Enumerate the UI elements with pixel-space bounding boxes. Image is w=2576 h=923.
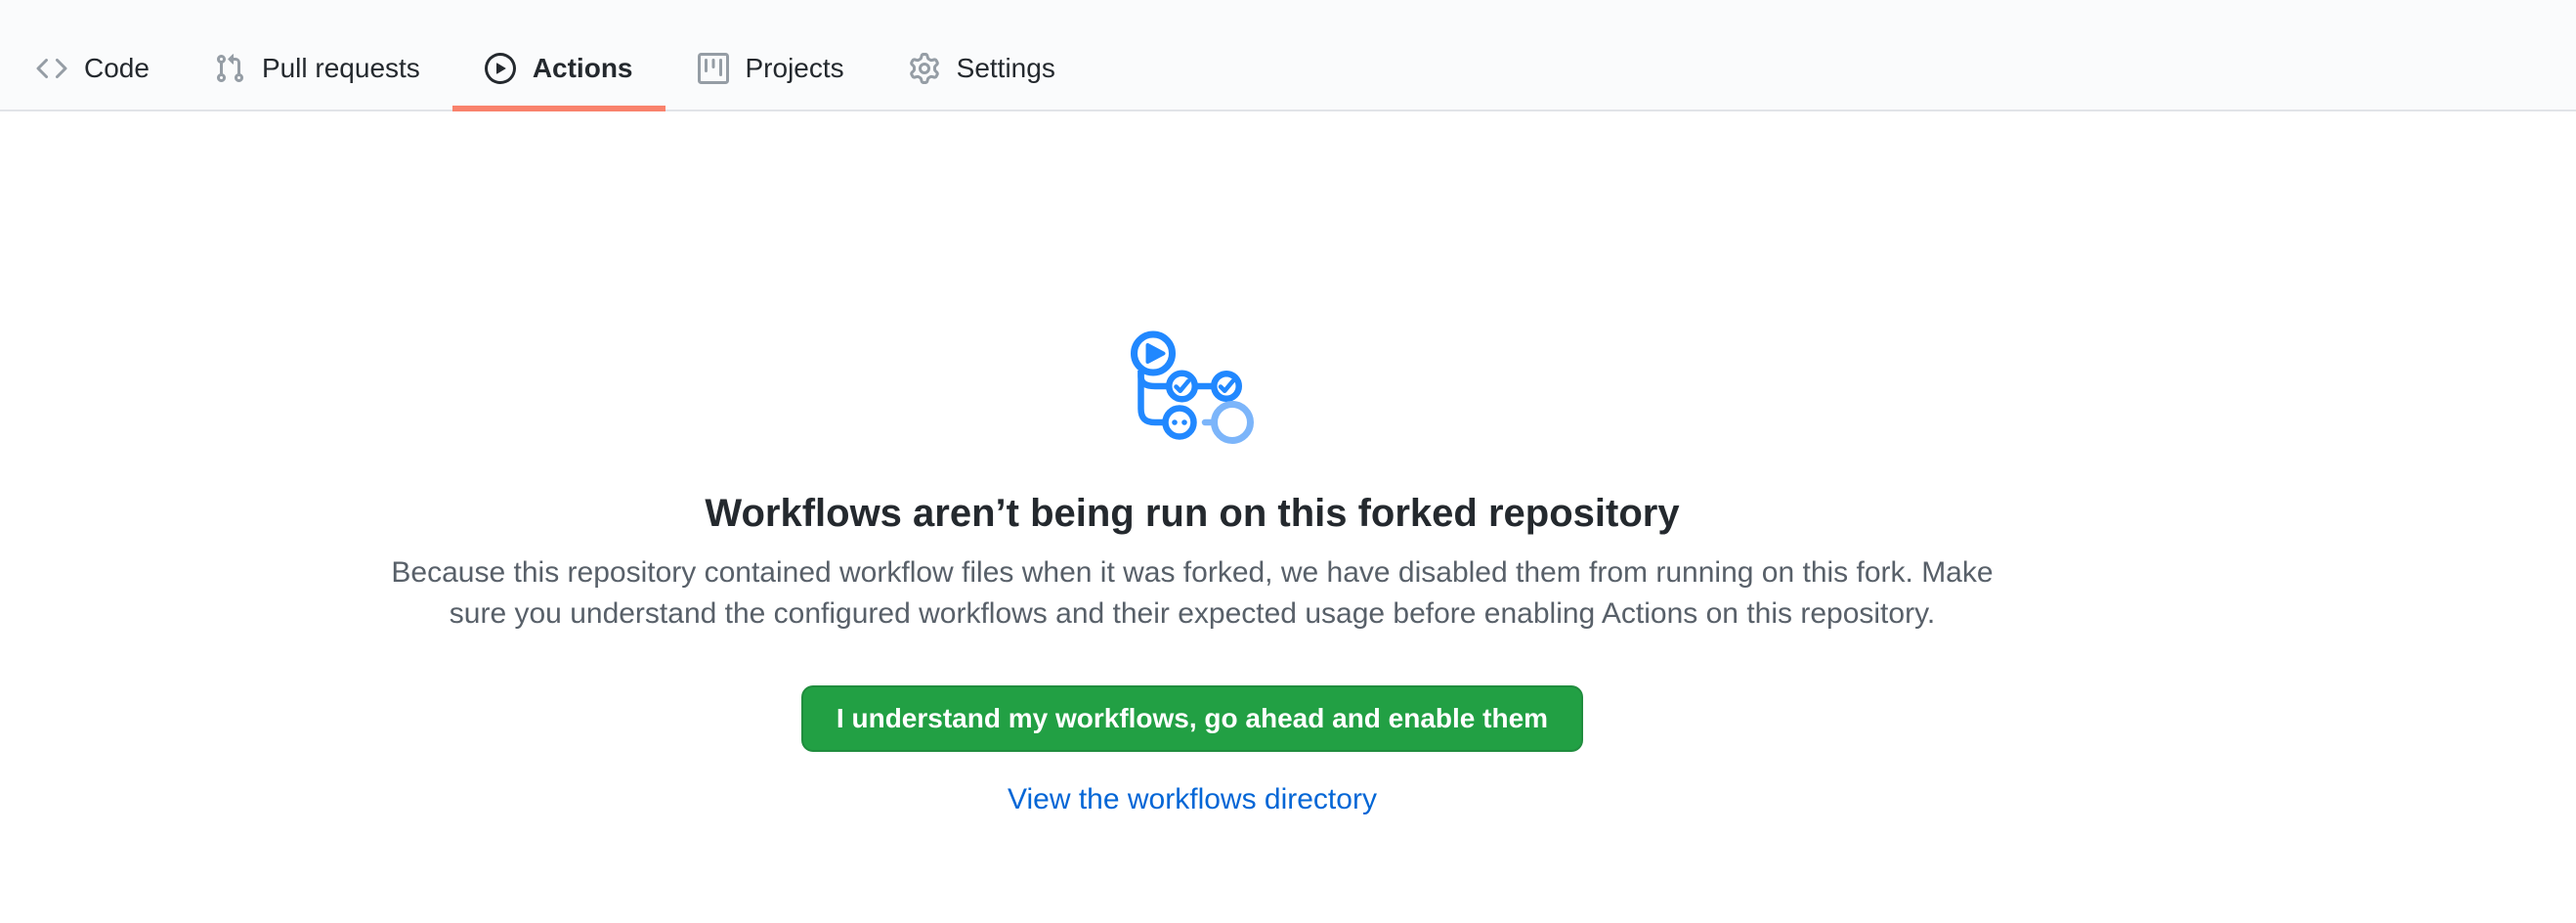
blankslate-description: Because this repository contained workfl…	[322, 552, 2062, 635]
blankslate-heading: Workflows aren’t being run on this forke…	[322, 490, 2062, 537]
tab-projects[interactable]: Projects	[665, 27, 877, 110]
tab-code-label: Code	[84, 55, 150, 82]
project-board-icon	[698, 53, 729, 84]
git-pull-request-icon	[214, 53, 245, 84]
tab-actions-label: Actions	[533, 55, 633, 82]
gear-icon	[909, 53, 940, 84]
tab-pull-requests-label: Pull requests	[262, 55, 420, 82]
tab-settings[interactable]: Settings	[877, 27, 1088, 110]
workflows-disabled-blankslate: Workflows aren’t being run on this forke…	[322, 330, 2062, 816]
workflow-graph-icon	[322, 330, 2062, 451]
view-workflows-directory-link[interactable]: View the workflows directory	[1008, 783, 1377, 815]
actions-disabled-page: Workflows aren’t being run on this forke…	[0, 111, 2576, 816]
enable-workflows-button[interactable]: I understand my workflows, go ahead and …	[801, 685, 1583, 752]
tab-pull-requests[interactable]: Pull requests	[182, 27, 452, 110]
play-circle-icon	[485, 53, 516, 84]
link-row: View the workflows directory	[322, 783, 2062, 816]
tab-projects-label: Projects	[746, 55, 844, 82]
repo-tab-bar: Code Pull requests Actions Projects Sett…	[0, 0, 2576, 111]
tab-actions[interactable]: Actions	[452, 27, 665, 110]
tab-code[interactable]: Code	[4, 27, 182, 110]
tab-settings-label: Settings	[957, 55, 1055, 82]
code-icon	[36, 53, 67, 84]
